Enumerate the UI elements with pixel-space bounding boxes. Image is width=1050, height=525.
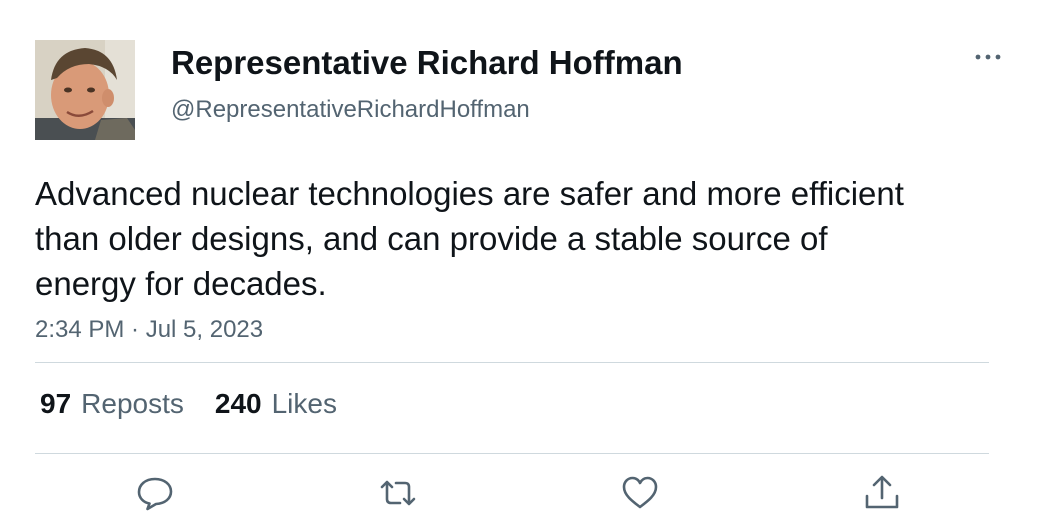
avatar[interactable] — [35, 40, 135, 140]
divider — [35, 453, 989, 454]
author-display-name[interactable]: Representative Richard Hoffman — [171, 44, 683, 82]
divider — [35, 362, 989, 363]
likes-label: Likes — [271, 388, 337, 419]
reply-icon[interactable] — [135, 473, 175, 513]
tweet-text: Advanced nuclear technologies are safer … — [35, 175, 904, 302]
share-icon[interactable] — [862, 473, 902, 513]
more-options-icon[interactable] — [966, 42, 1010, 72]
reposts-stat[interactable]: 97 Reposts — [40, 386, 184, 422]
author-handle[interactable]: @RepresentativeRichardHoffman — [171, 96, 530, 124]
likes-count: 240 — [214, 388, 262, 419]
reposts-label: Reposts — [81, 388, 184, 419]
reposts-count: 97 — [40, 388, 72, 419]
profile-photo — [35, 40, 135, 140]
likes-stat[interactable]: 240 Likes — [215, 386, 337, 422]
engagement-stats: 97 Reposts 240 Likes — [40, 386, 337, 422]
like-icon[interactable] — [620, 473, 660, 513]
tweet-timestamp[interactable]: 2:34 PM · Jul 5, 2023 — [35, 315, 263, 345]
tweet-card: Representative Richard Hoffman @Represen… — [0, 0, 1050, 525]
repost-icon[interactable] — [378, 473, 418, 513]
